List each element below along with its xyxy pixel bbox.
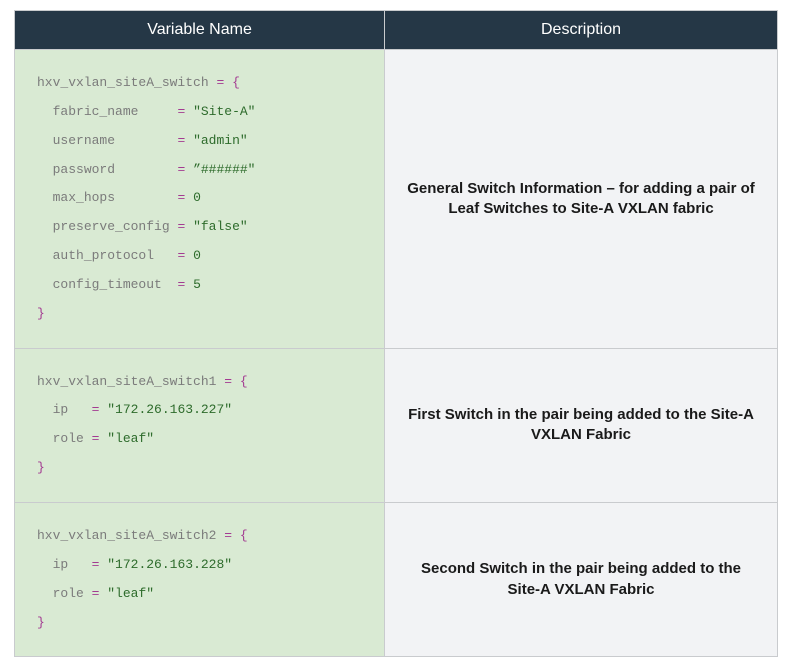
- code-blank-line: [37, 179, 366, 189]
- code-blank-line: [37, 151, 366, 161]
- code-line: ip = "172.26.163.227": [37, 401, 366, 420]
- code-blank-line: [37, 546, 366, 556]
- code-blank-line: [37, 266, 366, 276]
- code-line: max_hops = 0: [37, 189, 366, 208]
- code-blank-line: [37, 324, 366, 334]
- code-blank-line: [37, 575, 366, 585]
- code-line: role = "leaf": [37, 585, 366, 604]
- code-blank-line: [37, 64, 366, 74]
- description-cell: General Switch Information – for adding …: [385, 50, 778, 349]
- code-blank-line: [37, 93, 366, 103]
- code-blank-line: [37, 478, 366, 488]
- description-cell: First Switch in the pair being added to …: [385, 348, 778, 502]
- code-blank-line: [37, 122, 366, 132]
- code-line: hxv_vxlan_siteA_switch1 = {: [37, 373, 366, 392]
- code-blank-line: [37, 237, 366, 247]
- code-line: username = "admin": [37, 132, 366, 151]
- code-blank-line: [37, 391, 366, 401]
- code-blank-line: [37, 420, 366, 430]
- code-line: }: [37, 459, 366, 478]
- code-blank-line: [37, 604, 366, 614]
- code-line: role = "leaf": [37, 430, 366, 449]
- variable-code-cell: hxv_vxlan_siteA_switch = { fabric_name =…: [15, 50, 385, 349]
- table-row: hxv_vxlan_siteA_switch = { fabric_name =…: [15, 50, 778, 349]
- code-line: }: [37, 614, 366, 633]
- code-line: preserve_config = "false": [37, 218, 366, 237]
- header-description: Description: [385, 11, 778, 50]
- code-line: fabric_name = "Site-A": [37, 103, 366, 122]
- header-variable: Variable Name: [15, 11, 385, 50]
- code-line: auth_protocol = 0: [37, 247, 366, 266]
- code-line: config_timeout = 5: [37, 276, 366, 295]
- variables-table: Variable Name Description hxv_vxlan_site…: [14, 10, 778, 657]
- code-blank-line: [37, 517, 366, 527]
- variable-code-cell: hxv_vxlan_siteA_switch2 = { ip = "172.26…: [15, 502, 385, 656]
- code-line: hxv_vxlan_siteA_switch = {: [37, 74, 366, 93]
- table-row: hxv_vxlan_siteA_switch1 = { ip = "172.26…: [15, 348, 778, 502]
- code-blank-line: [37, 208, 366, 218]
- code-line: password = ”######": [37, 161, 366, 180]
- table-body: hxv_vxlan_siteA_switch = { fabric_name =…: [15, 50, 778, 657]
- variable-code-cell: hxv_vxlan_siteA_switch1 = { ip = "172.26…: [15, 348, 385, 502]
- code-blank-line: [37, 295, 366, 305]
- table-container: Variable Name Description hxv_vxlan_site…: [0, 0, 792, 667]
- table-header: Variable Name Description: [15, 11, 778, 50]
- description-cell: Second Switch in the pair being added to…: [385, 502, 778, 656]
- code-line: }: [37, 305, 366, 324]
- code-blank-line: [37, 363, 366, 373]
- table-row: hxv_vxlan_siteA_switch2 = { ip = "172.26…: [15, 502, 778, 656]
- code-line: ip = "172.26.163.228": [37, 556, 366, 575]
- code-blank-line: [37, 632, 366, 642]
- code-line: hxv_vxlan_siteA_switch2 = {: [37, 527, 366, 546]
- header-row: Variable Name Description: [15, 11, 778, 50]
- code-blank-line: [37, 449, 366, 459]
